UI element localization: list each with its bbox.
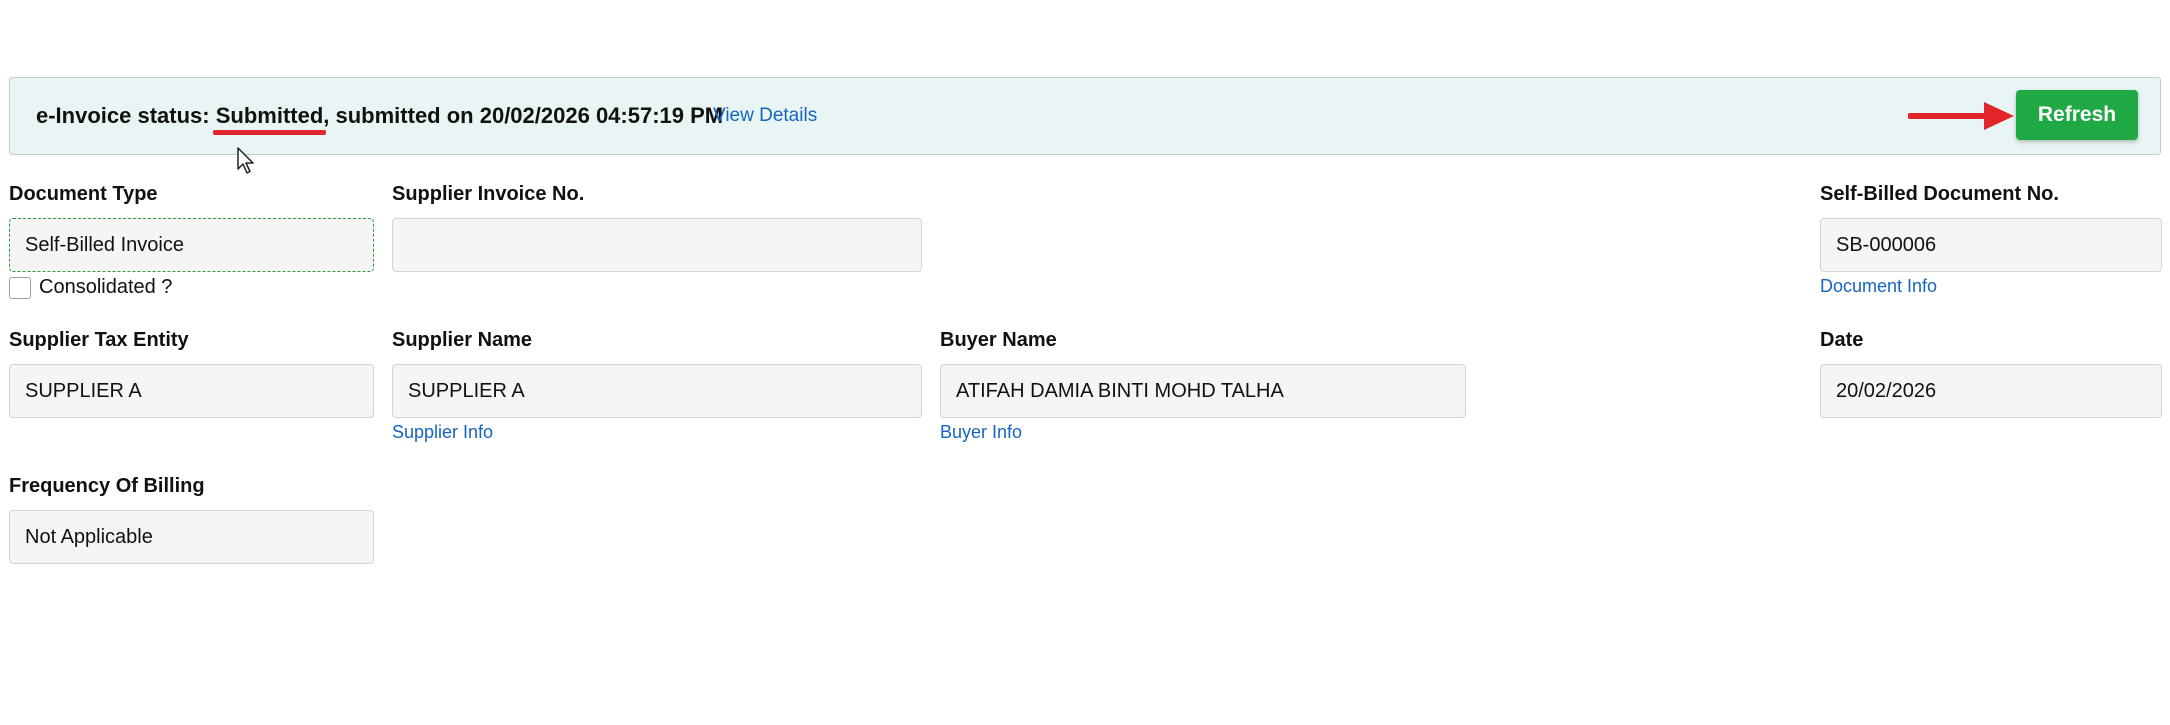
supplier-tax-entity-field[interactable]: SUPPLIER A <box>9 364 374 418</box>
consolidated-checkbox[interactable] <box>9 277 31 299</box>
status-value: Submitted <box>212 103 327 135</box>
red-arrow-annotation-icon <box>1908 102 2014 130</box>
supplier-name-field[interactable]: SUPPLIER A <box>392 364 922 418</box>
date-field[interactable]: 20/02/2026 <box>1820 364 2162 418</box>
document-type-field[interactable]: Self-Billed Invoice <box>9 218 374 272</box>
supplier-invoice-no-label: Supplier Invoice No. <box>392 183 585 205</box>
status-suffix: , submitted on 20/02/2026 04:57:19 PM <box>323 103 724 128</box>
red-underline-annotation <box>212 130 327 135</box>
view-details-link[interactable]: View Details <box>713 105 817 127</box>
frequency-of-billing-field[interactable]: Not Applicable <box>9 510 374 564</box>
mouse-pointer-icon <box>237 147 254 174</box>
buyer-name-label: Buyer Name <box>940 329 1057 351</box>
supplier-name-label: Supplier Name <box>392 329 533 351</box>
document-info-link[interactable]: Document Info <box>1820 276 1937 297</box>
self-billed-document-no-field[interactable]: SB-000006 <box>1820 218 2162 272</box>
einvoice-status-text: e-Invoice status: Submitted, submitted o… <box>36 103 724 135</box>
self-billed-document-no-label: Self-Billed Document No. <box>1820 183 2059 205</box>
frequency-of-billing-label: Frequency Of Billing <box>9 475 205 497</box>
date-label: Date <box>1820 329 1864 351</box>
supplier-invoice-no-field[interactable] <box>392 218 922 272</box>
supplier-tax-entity-label: Supplier Tax Entity <box>9 329 189 351</box>
document-type-label: Document Type <box>9 183 158 205</box>
supplier-info-link[interactable]: Supplier Info <box>392 422 493 443</box>
consolidated-label[interactable]: Consolidated ? <box>39 276 172 299</box>
einvoice-status-bar: e-Invoice status: Submitted, submitted o… <box>9 77 2161 155</box>
status-prefix: e-Invoice status: <box>36 103 216 128</box>
buyer-name-field[interactable]: ATIFAH DAMIA BINTI MOHD TALHA <box>940 364 1466 418</box>
refresh-button[interactable]: Refresh <box>2016 90 2138 140</box>
buyer-info-link[interactable]: Buyer Info <box>940 422 1022 443</box>
